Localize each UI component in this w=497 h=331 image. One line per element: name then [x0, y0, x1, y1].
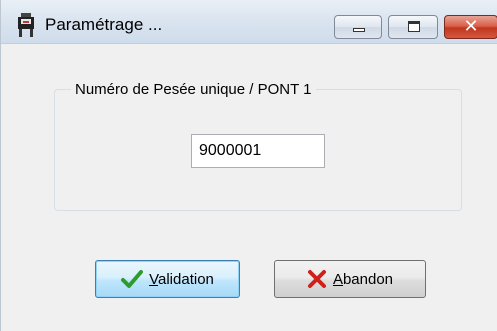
- group-label: Numéro de Pesée unique / PONT 1: [71, 81, 316, 98]
- minimize-icon: [353, 28, 365, 32]
- close-button[interactable]: ✕: [444, 15, 497, 39]
- weighing-number-input[interactable]: 9000001: [191, 134, 325, 168]
- validation-label: Validation: [149, 271, 214, 288]
- checkmark-icon: [121, 270, 144, 288]
- close-icon: ✕: [463, 16, 479, 37]
- maximize-button[interactable]: [388, 15, 438, 39]
- cross-icon: [307, 270, 326, 288]
- abandon-mnemonic: A: [332, 270, 343, 288]
- abandon-label-rest: bandon: [342, 270, 394, 288]
- app-icon: [18, 13, 34, 37]
- window-title: Paramétrage ...: [45, 15, 163, 34]
- validation-button[interactable]: Validation: [95, 260, 240, 298]
- validation-label-rest: alidation: [158, 270, 214, 288]
- minimize-button[interactable]: [334, 15, 382, 39]
- title-bar[interactable]: Paramétrage ... ✕: [1, 0, 497, 44]
- abandon-button[interactable]: Abandon: [274, 260, 426, 298]
- abandon-label: Abandon: [333, 271, 393, 288]
- maximize-icon: [408, 21, 420, 32]
- validation-mnemonic: V: [149, 270, 158, 288]
- dialog-window: Paramétrage ... ✕ Numéro de Pesée unique…: [0, 0, 497, 331]
